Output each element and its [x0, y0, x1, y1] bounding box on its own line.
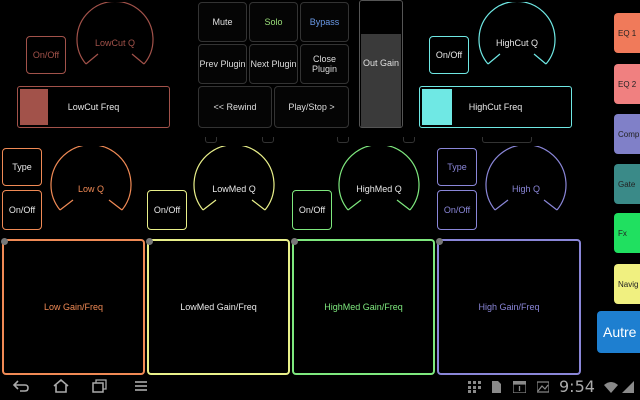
highmed-gain-freq-pad[interactable]: HighMed Gain/Freq [292, 239, 435, 375]
clock-time: 9:54 [559, 377, 595, 396]
mute-button[interactable]: Mute [198, 2, 247, 42]
highmed-q-knob[interactable]: HighMed Q [334, 146, 424, 222]
home-icon[interactable] [52, 378, 70, 396]
highcut-freq-slider[interactable]: HighCut Freq [419, 86, 572, 128]
out-gain-fader[interactable]: Out Gain [359, 0, 403, 128]
connector-tab [337, 137, 349, 143]
high-onoff-button[interactable]: On/Off [437, 190, 477, 230]
low-gain-freq-label: Low Gain/Freq [43, 302, 104, 312]
low-gain-freq-pad[interactable]: Low Gain/Freq [2, 239, 145, 375]
sidebar-item-gate[interactable]: Gate [614, 164, 640, 204]
grid-app-icon[interactable] [468, 381, 482, 396]
connector-tab [205, 137, 217, 143]
highcut-onoff-button[interactable]: On/Off [429, 36, 469, 74]
sidebar-item-eq1[interactable]: EQ 1 [614, 13, 640, 53]
lowmed-onoff-button[interactable]: On/Off [147, 190, 187, 230]
high-q-knob[interactable]: High Q [481, 146, 571, 222]
rewind-button[interactable]: << Rewind [198, 86, 272, 128]
solo-button[interactable]: Solo [249, 2, 298, 42]
image-icon[interactable] [536, 381, 550, 396]
download-box-icon[interactable] [512, 381, 527, 396]
connector-tab [262, 137, 274, 143]
lowcut-freq-label: LowCut Freq [67, 102, 120, 112]
menu-icon[interactable] [134, 379, 148, 396]
autre-button[interactable]: Autre [597, 311, 640, 353]
lowmed-gain-freq-pad[interactable]: LowMed Gain/Freq [147, 239, 290, 375]
bypass-button[interactable]: Bypass [300, 2, 349, 42]
back-arrow-icon[interactable] [12, 379, 30, 396]
out-gain-fill [361, 34, 401, 127]
high-q-label: High Q [511, 184, 540, 194]
highcut-freq-label: HighCut Freq [468, 102, 523, 112]
low-q-knob[interactable]: Low Q [46, 146, 136, 222]
low-pad-handle[interactable] [1, 238, 8, 245]
low-type-button[interactable]: Type [2, 148, 42, 186]
high-type-button[interactable]: Type [437, 148, 477, 186]
document-icon[interactable] [491, 381, 502, 396]
highmed-pad-handle[interactable] [291, 238, 298, 245]
close-plugin-button[interactable]: Close Plugin [300, 44, 349, 84]
high-gain-freq-pad[interactable]: High Gain/Freq [437, 239, 581, 375]
highmed-onoff-button[interactable]: On/Off [292, 190, 332, 230]
highmed-q-label: HighMed Q [356, 184, 402, 194]
lowcut-q-label: LowCut Q [94, 38, 136, 48]
out-gain-label: Out Gain [362, 58, 400, 68]
play-stop-button[interactable]: Play/Stop > [274, 86, 349, 128]
low-onoff-button[interactable]: On/Off [2, 190, 42, 230]
connector-tab [482, 137, 532, 143]
highcut-q-knob[interactable]: HighCut Q [474, 2, 560, 76]
high-pad-handle[interactable] [436, 238, 443, 245]
lowcut-onoff-button[interactable]: On/Off [26, 36, 66, 74]
lowcut-q-knob[interactable]: LowCut Q [72, 2, 158, 76]
signal-icon [622, 381, 634, 396]
lowmed-q-knob[interactable]: LowMed Q [189, 146, 279, 222]
highcut-q-label: HighCut Q [495, 38, 539, 48]
sidebar-item-navig[interactable]: Navig [614, 264, 640, 304]
high-gain-freq-label: High Gain/Freq [478, 302, 540, 312]
low-q-label: Low Q [77, 184, 104, 194]
connector-tab [403, 137, 415, 143]
wifi-icon [604, 381, 618, 396]
lowmed-q-label: LowMed Q [212, 184, 256, 194]
lowmed-gain-freq-label: LowMed Gain/Freq [180, 302, 257, 312]
sidebar-item-fx[interactable]: Fx [614, 213, 640, 253]
sidebar-item-eq2[interactable]: EQ 2 [614, 64, 640, 104]
prev-plugin-button[interactable]: Prev Plugin [198, 44, 247, 84]
lowmed-pad-handle[interactable] [146, 238, 153, 245]
lowcut-freq-slider[interactable]: LowCut Freq [17, 86, 170, 128]
recent-apps-icon[interactable] [92, 379, 108, 396]
next-plugin-button[interactable]: Next Plugin [249, 44, 298, 84]
sidebar-item-comp[interactable]: Comp [614, 114, 640, 154]
highmed-gain-freq-label: HighMed Gain/Freq [324, 302, 403, 312]
